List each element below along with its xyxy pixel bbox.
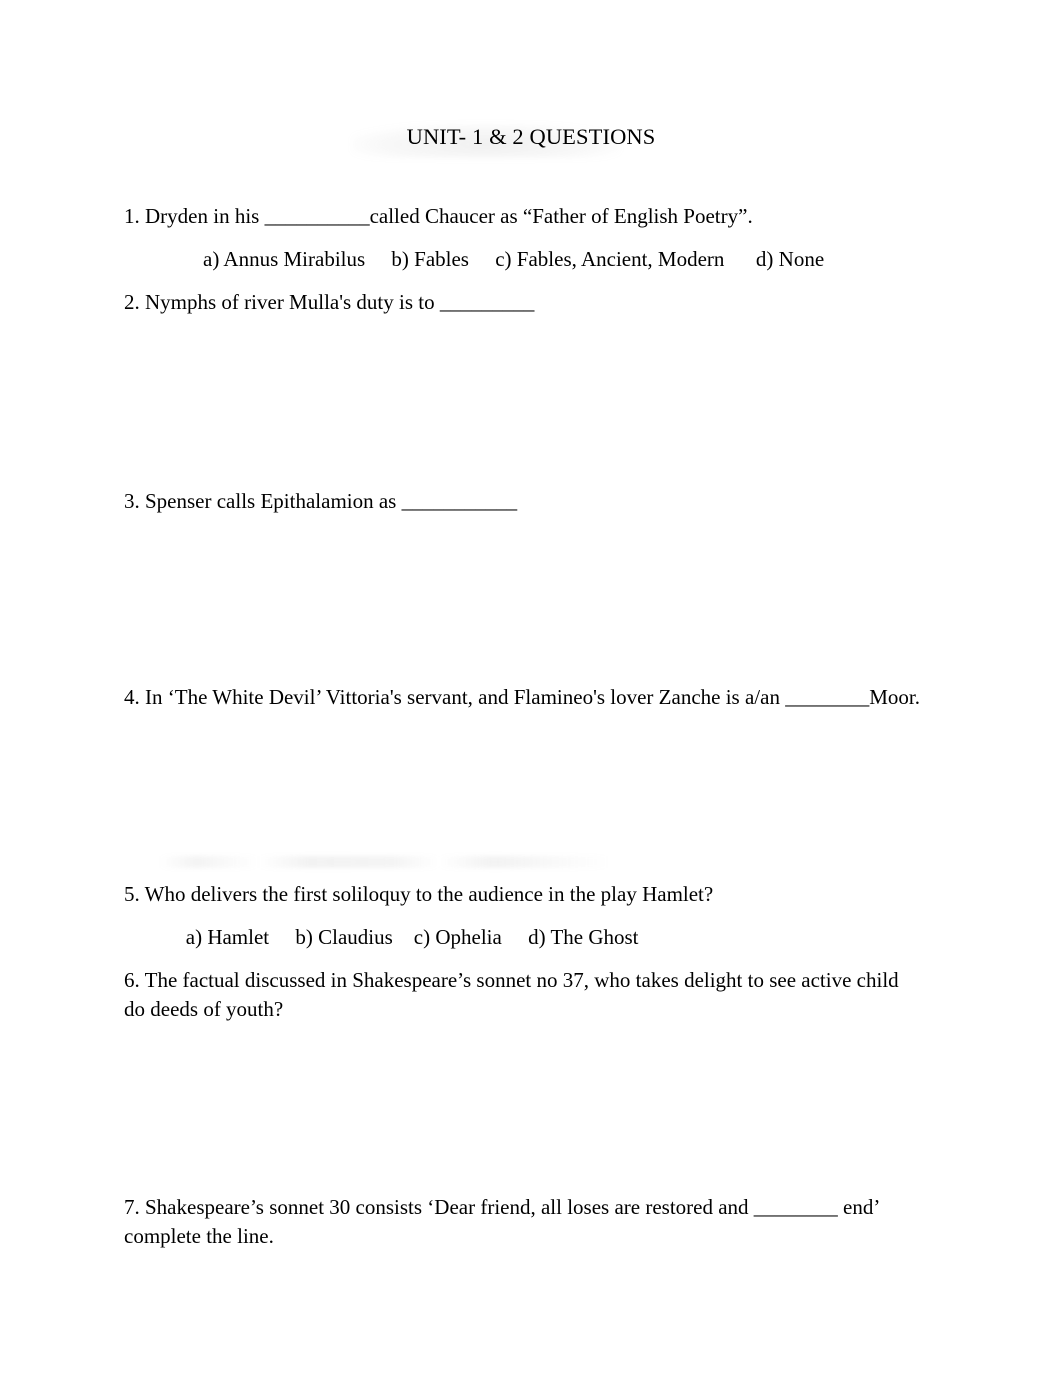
answer-space-4 [124,712,924,880]
question-1: 1. Dryden in his __________called Chauce… [124,202,924,274]
answer-space-2 [124,317,924,487]
question-5-options: a) Hamlet b) Claudius c) Ophelia d) The … [170,925,639,949]
question-1-options: a) Annus Mirabilus b) Fables c) Fables, … [182,247,825,271]
questions-container: 1. Dryden in his __________called Chauce… [124,202,924,1251]
question-3: 3. Spenser calls Epithalamion as _______… [124,487,924,516]
question-7-text: 7. Shakespeare’s sonnet 30 consists ‘Dea… [124,1195,885,1248]
document-page: UNIT- 1 & 2 QUESTIONS 1. Dryden in his _… [0,0,1062,1377]
answer-space-6 [124,1024,924,1193]
question-4-text: 4. In ‘The White Devil’ Vittoria's serva… [124,685,920,709]
question-2: 2. Nymphs of river Mulla's duty is to __… [124,288,924,317]
question-6-text: 6. The factual discussed in Shakespeare’… [124,968,904,1021]
page-title: UNIT- 1 & 2 QUESTIONS [406,124,656,149]
question-7: 7. Shakespeare’s sonnet 30 consists ‘Dea… [124,1193,924,1251]
question-6: 6. The factual discussed in Shakespeare’… [124,966,924,1024]
question-5-text: 5. Who delivers the first soliloquy to t… [124,882,714,906]
question-1-text: 1. Dryden in his __________called Chauce… [124,204,753,228]
question-5: 5. Who delivers the first soliloquy to t… [124,880,924,952]
question-4: 4. In ‘The White Devil’ Vittoria's serva… [124,683,924,712]
question-2-text: 2. Nymphs of river Mulla's duty is to __… [124,290,535,314]
question-3-text: 3. Spenser calls Epithalamion as _______… [124,489,518,513]
answer-space-3 [124,516,924,683]
